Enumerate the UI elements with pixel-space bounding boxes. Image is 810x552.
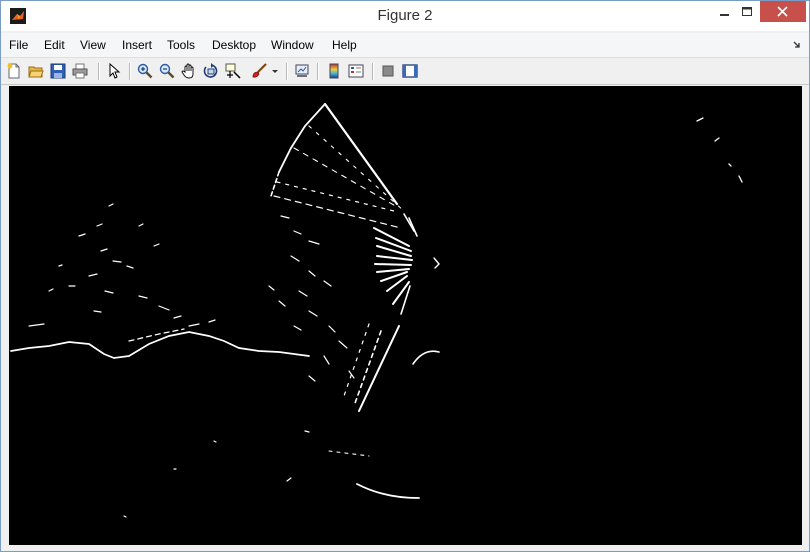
insert-colorbar-button[interactable]: [324, 61, 344, 81]
maximize-button[interactable]: [734, 1, 762, 22]
brush-dropdown[interactable]: [271, 61, 279, 81]
menu-window[interactable]: Window: [271, 38, 314, 52]
open-file-icon: [28, 66, 44, 78]
pan-hand-icon: [181, 63, 194, 79]
toolbar-separator: [129, 63, 130, 80]
data-cursor-icon: [225, 63, 241, 79]
close-icon: [777, 6, 788, 17]
new-figure-icon: [7, 63, 20, 79]
title-bar: Figure 2: [1, 1, 809, 31]
data-cursor-button[interactable]: [223, 61, 243, 81]
edit-plot-button[interactable]: [104, 61, 124, 81]
edge-map-canvas: [10, 102, 743, 518]
menu-insert[interactable]: Insert: [122, 38, 152, 52]
hide-plot-tools-icon: [382, 65, 394, 77]
menu-view[interactable]: View: [80, 38, 106, 52]
menu-help[interactable]: Help: [332, 38, 357, 52]
insert-colorbar-icon: [329, 63, 339, 79]
menu-edit[interactable]: Edit: [44, 38, 65, 52]
rotate-3d-icon: [203, 63, 218, 78]
insert-legend-button[interactable]: [346, 61, 366, 81]
figure-toolbar: [1, 57, 809, 85]
open-file-button[interactable]: [26, 61, 46, 81]
print-figure-button[interactable]: [70, 61, 90, 81]
print-figure-icon: [72, 63, 88, 79]
close-button[interactable]: [760, 1, 806, 22]
toolbar-separator: [317, 63, 318, 80]
brush-button[interactable]: [249, 61, 269, 81]
edit-plot-arrow-icon: [109, 63, 121, 79]
insert-legend-icon: [348, 64, 364, 78]
dock-figure-icon[interactable]: [793, 41, 801, 49]
link-plot-button[interactable]: [292, 61, 312, 81]
brush-icon: [252, 63, 267, 78]
zoom-in-icon: [137, 63, 153, 79]
menu-file[interactable]: File: [9, 38, 28, 52]
menu-bar: File Edit View Insert Tools Desktop Wind…: [1, 33, 809, 57]
show-plot-tools-icon: [402, 64, 418, 78]
toolbar-separator: [98, 63, 99, 80]
pan-button[interactable]: [179, 61, 199, 81]
toolbar-separator: [286, 63, 287, 80]
zoom-in-button[interactable]: [135, 61, 155, 81]
maximize-icon: [742, 7, 752, 16]
window-title: Figure 2: [377, 7, 433, 24]
menu-tools[interactable]: Tools: [167, 38, 195, 52]
rotate-3d-button[interactable]: [201, 61, 221, 81]
edge-map-image[interactable]: [9, 86, 802, 545]
toolbar-separator: [372, 63, 373, 80]
zoom-out-icon: [159, 63, 175, 79]
save-figure-icon: [50, 63, 66, 79]
link-plot-icon: [295, 64, 309, 77]
chevron-down-icon: [272, 70, 278, 73]
show-plot-tools-button[interactable]: [400, 61, 420, 81]
save-figure-button[interactable]: [48, 61, 68, 81]
zoom-out-button[interactable]: [157, 61, 177, 81]
new-figure-button[interactable]: [4, 61, 24, 81]
hide-plot-tools-button[interactable]: [378, 61, 398, 81]
menu-desktop[interactable]: Desktop: [212, 38, 256, 52]
figure-window: Figure 2 File Edit View Insert Tools Des…: [0, 0, 810, 552]
